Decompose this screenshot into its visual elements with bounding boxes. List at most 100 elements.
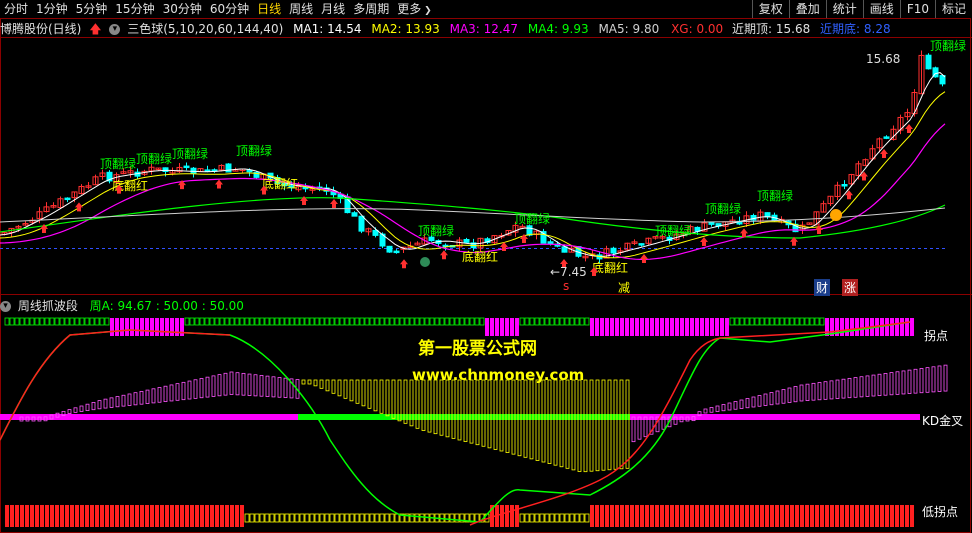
bottom-bar [554, 513, 560, 523]
period-tab-4[interactable]: 30分钟 [159, 0, 206, 18]
top-bar [464, 317, 470, 326]
osc-bar [871, 374, 876, 397]
top-bar [519, 317, 525, 326]
up-arrow-icon [75, 202, 83, 212]
bottom-bar [910, 505, 914, 527]
bottom-bar [339, 513, 345, 523]
bottom-bar [70, 505, 74, 527]
top-bar [754, 317, 760, 326]
sub-settings-icon[interactable]: ▾ [0, 301, 11, 312]
osc-bar [475, 379, 480, 446]
top-bar [695, 318, 699, 336]
top-bar [534, 317, 540, 326]
period-tab-8[interactable]: 月线 [317, 0, 349, 18]
osc-bar [223, 372, 228, 396]
top-bar [104, 317, 110, 326]
bottom-bar [695, 505, 699, 527]
candle-body [526, 225, 533, 236]
top-bar [890, 318, 894, 336]
top-flip-signal: 顶翻绿 [100, 156, 136, 171]
recent-bottom: 近期底: 8.28 [820, 22, 891, 36]
ma4-value: MA4: 9.93 [527, 22, 589, 36]
bottom-bar [175, 505, 179, 527]
tool-button-2[interactable]: 统计 [825, 0, 863, 18]
top-bar [655, 318, 659, 336]
tool-button-3[interactable]: 画线 [862, 0, 900, 18]
top-bar [294, 317, 300, 326]
top-bar [404, 317, 410, 326]
top-bar [369, 317, 375, 326]
top-bar [94, 317, 100, 326]
period-tab-10[interactable]: 更多 [393, 0, 435, 18]
top-bar [630, 318, 634, 336]
bottom-bar [414, 513, 420, 523]
top-bar [214, 317, 220, 326]
osc-bar [925, 367, 930, 393]
osc-bar [91, 401, 96, 411]
bottom-bar [40, 505, 44, 527]
top-bar [239, 317, 245, 326]
osc-bar [577, 379, 582, 472]
top-bar [660, 318, 664, 336]
bottom-bar [324, 513, 330, 523]
top-bar [384, 317, 390, 326]
bottom-bar [185, 505, 189, 527]
bottom-bar [534, 513, 540, 523]
top-bar [184, 317, 190, 326]
osc-bar [211, 375, 216, 397]
osc-bar [391, 379, 396, 419]
top-bar [600, 318, 604, 336]
ma5-value: MA5: 9.80 [598, 22, 660, 36]
top-bar [700, 318, 704, 336]
top-bar [209, 317, 215, 326]
top-bar [549, 317, 555, 326]
osc-bar [583, 379, 588, 473]
up-arrow-icon [700, 237, 708, 246]
tool-button-1[interactable]: 叠加 [788, 0, 826, 18]
top-bar [115, 318, 119, 336]
tool-button-4[interactable]: F10 [899, 0, 935, 18]
top-bar [155, 318, 159, 336]
settings-gear-icon[interactable]: ▾ [109, 24, 121, 35]
osc-bar [355, 379, 360, 404]
osc-bar [67, 409, 72, 415]
bottom-bar [259, 513, 265, 523]
period-tab-5[interactable]: 60分钟 [206, 0, 253, 18]
period-tab-3[interactable]: 15分钟 [111, 0, 158, 18]
bottom-bar [155, 505, 159, 527]
bottom-bar [90, 505, 94, 527]
bottom-bar [670, 505, 674, 527]
sub-indicator-values: 周A: 94.67 : 50.00 : 50.00 [89, 299, 244, 313]
period-tab-2[interactable]: 5分钟 [72, 0, 112, 18]
candle-body [883, 136, 890, 139]
top-bar [645, 318, 649, 336]
bottom-bar [765, 505, 769, 527]
period-tab-1[interactable]: 1分钟 [32, 0, 72, 18]
bottom-bar [279, 513, 285, 523]
osc-bar [217, 374, 222, 397]
period-tab-7[interactable]: 周线 [285, 0, 317, 18]
top-bar [54, 317, 60, 326]
top-bar [749, 317, 755, 326]
period-tab-6[interactable]: 日线 [253, 0, 285, 18]
recent-extremes: 近期顶: 15.68 近期底: 8.28 [732, 20, 891, 37]
period-tab-0[interactable]: 分时 [0, 0, 32, 18]
chart-canvas[interactable]: 顶翻绿 顶翻绿 顶翻绿 顶翻绿顶翻绿顶翻绿顶翻绿顶翻绿顶翻绿顶翻绿底翻红 底翻红底翻红底… [0, 0, 972, 533]
tool-button-5[interactable]: 标记 [934, 0, 972, 18]
bottom-bar [785, 505, 789, 527]
bottom-bar [200, 505, 204, 527]
top-bar [845, 318, 849, 336]
top-bar [269, 317, 275, 326]
osc-bar [547, 379, 552, 464]
top-bar [454, 317, 460, 326]
top-bar [559, 317, 565, 326]
candle-body [372, 229, 379, 236]
osc-bar [841, 378, 846, 399]
osc-bar [121, 394, 126, 407]
top-bar [339, 317, 345, 326]
bottom-bar [334, 513, 340, 523]
period-tab-9[interactable]: 多周期 [349, 0, 393, 18]
top-bar [259, 317, 265, 326]
tool-button-0[interactable]: 复权 [751, 0, 789, 18]
bottom-bar [720, 505, 724, 527]
